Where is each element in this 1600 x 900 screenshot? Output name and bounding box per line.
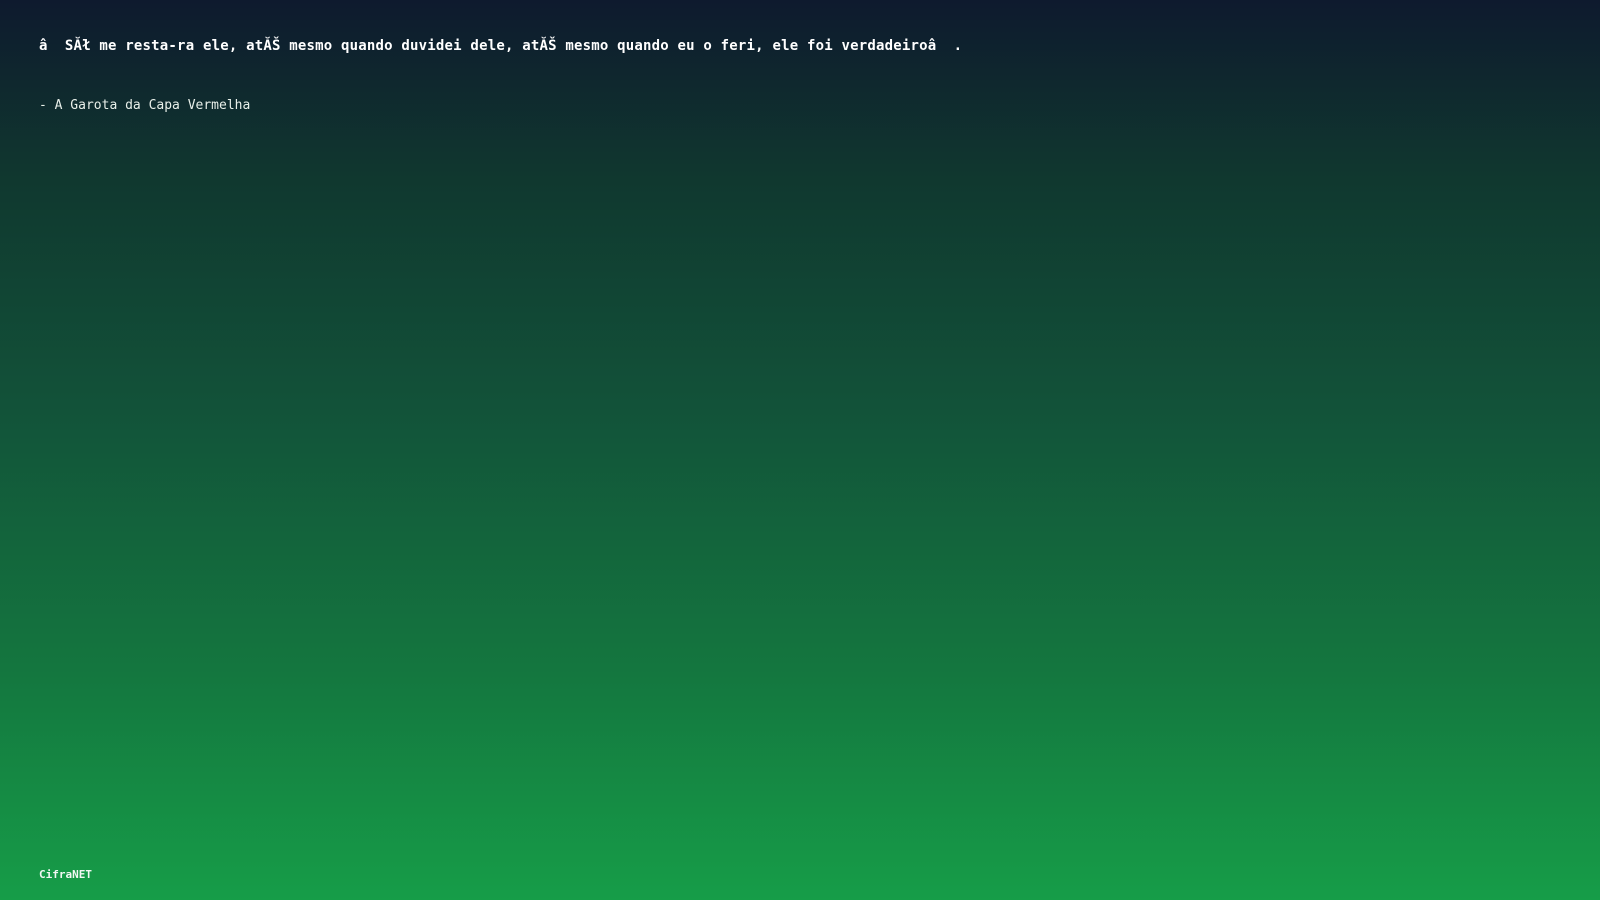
brand-label: CifraNET (39, 868, 92, 881)
quote-author: - A Garota da Capa Vermelha (39, 98, 251, 113)
quote-text: â SĂł me resta-ra ele, atĂŠ mesmo quando… (39, 38, 963, 54)
